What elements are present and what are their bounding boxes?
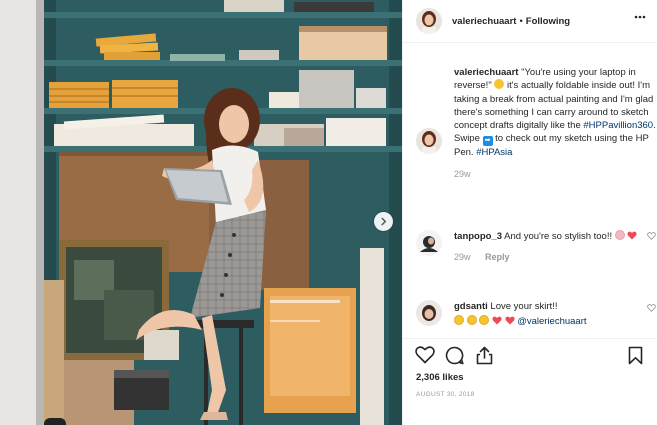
post-date[interactable]: AUGUST 30, 2018 <box>416 391 475 398</box>
caption-comment: valeriechuaart "You're using your laptop… <box>416 66 656 181</box>
commenter-avatar[interactable] <box>416 300 442 326</box>
comment-text: Love your skirt!! <box>490 301 558 312</box>
commenter-avatar[interactable] <box>416 230 442 256</box>
commenter-avatar-image <box>416 300 442 326</box>
caption-username[interactable]: valeriechuaart <box>454 67 518 78</box>
feed-edge-element <box>44 418 66 425</box>
comment-meta: 29w Reply <box>454 251 644 264</box>
red-heart-emoji-icon <box>492 316 502 325</box>
right-arrow-emoji-icon: ➡ <box>482 136 493 147</box>
more-options-icon[interactable] <box>634 15 646 19</box>
comment-bubble-icon[interactable] <box>445 346 464 365</box>
likes-count[interactable]: 2,306 likes <box>416 372 464 383</box>
comment-item: tanpopo_3 And you're so stylish too!! 29… <box>416 230 656 265</box>
comment-body: gdsanti Love your skirt!! @valeriechuaar… <box>454 300 644 329</box>
comment-age[interactable]: 29w <box>454 252 471 262</box>
heart-eyes-emoji-icon <box>614 230 625 240</box>
reply-button[interactable]: Reply <box>485 252 510 262</box>
grinning-sweat-emoji-icon <box>494 79 505 90</box>
comment-item: gdsanti Love your skirt!! @valeriechuaar… <box>416 300 656 329</box>
mention-link[interactable]: @valeriechuaart <box>517 316 586 327</box>
post-header: valeriechuaart • Following <box>403 0 657 43</box>
instagram-post-view: valeriechuaart • Following valeriechuaar… <box>0 0 657 425</box>
post-photo[interactable] <box>44 0 402 425</box>
background-divider <box>36 0 44 425</box>
background-feed-edge <box>0 0 36 425</box>
heart-outline-icon[interactable] <box>647 232 656 240</box>
post-side-panel: valeriechuaart • Following valeriechuaar… <box>402 0 657 425</box>
comment-username[interactable]: tanpopo_3 <box>454 231 502 242</box>
post-actions: 2,306 likes AUGUST 30, 2018 <box>403 338 657 425</box>
header-username[interactable]: valeriechuaart <box>452 16 516 27</box>
caption-avatar-image <box>416 128 442 154</box>
author-avatar-image <box>416 8 442 34</box>
hashtag-hpasia[interactable]: #HPAsia <box>476 147 512 158</box>
chevron-right-icon <box>381 217 387 226</box>
carousel-next-button[interactable] <box>374 212 393 231</box>
heart-eyes-emoji-icon <box>454 315 464 326</box>
heart-eyes-emoji-icon <box>479 315 490 326</box>
comment-body: tanpopo_3 And you're so stylish too!! 29… <box>454 230 644 265</box>
post-photo-illustration <box>44 0 402 425</box>
bookmark-icon[interactable] <box>628 346 643 365</box>
comment-emoji-row: @valeriechuaart <box>454 315 644 328</box>
sparkling-heart-emoji-icon <box>627 231 637 240</box>
caption-age[interactable]: 29w <box>454 169 471 179</box>
red-heart-emoji-icon <box>504 316 515 325</box>
caption-meta: 29w <box>454 168 656 181</box>
commenter-avatar-image <box>416 230 442 256</box>
header-separator: • <box>519 15 523 27</box>
share-icon[interactable] <box>476 346 493 365</box>
comments-section: valeriechuaart "You're using your laptop… <box>403 44 657 338</box>
follow-status-button[interactable]: Following <box>526 16 570 27</box>
heart-outline-icon[interactable] <box>647 304 656 312</box>
comment-username[interactable]: gdsanti <box>454 301 488 312</box>
comment-text: And you're so stylish too!! <box>504 231 613 242</box>
hashtag-hppavillion360[interactable]: #HPPavillion360 <box>583 120 653 131</box>
heart-outline-icon[interactable] <box>415 346 435 364</box>
caption-avatar[interactable] <box>416 128 442 154</box>
heart-eyes-emoji-icon <box>466 315 477 326</box>
caption-body: valeriechuaart "You're using your laptop… <box>454 66 656 181</box>
author-avatar[interactable] <box>416 8 442 34</box>
